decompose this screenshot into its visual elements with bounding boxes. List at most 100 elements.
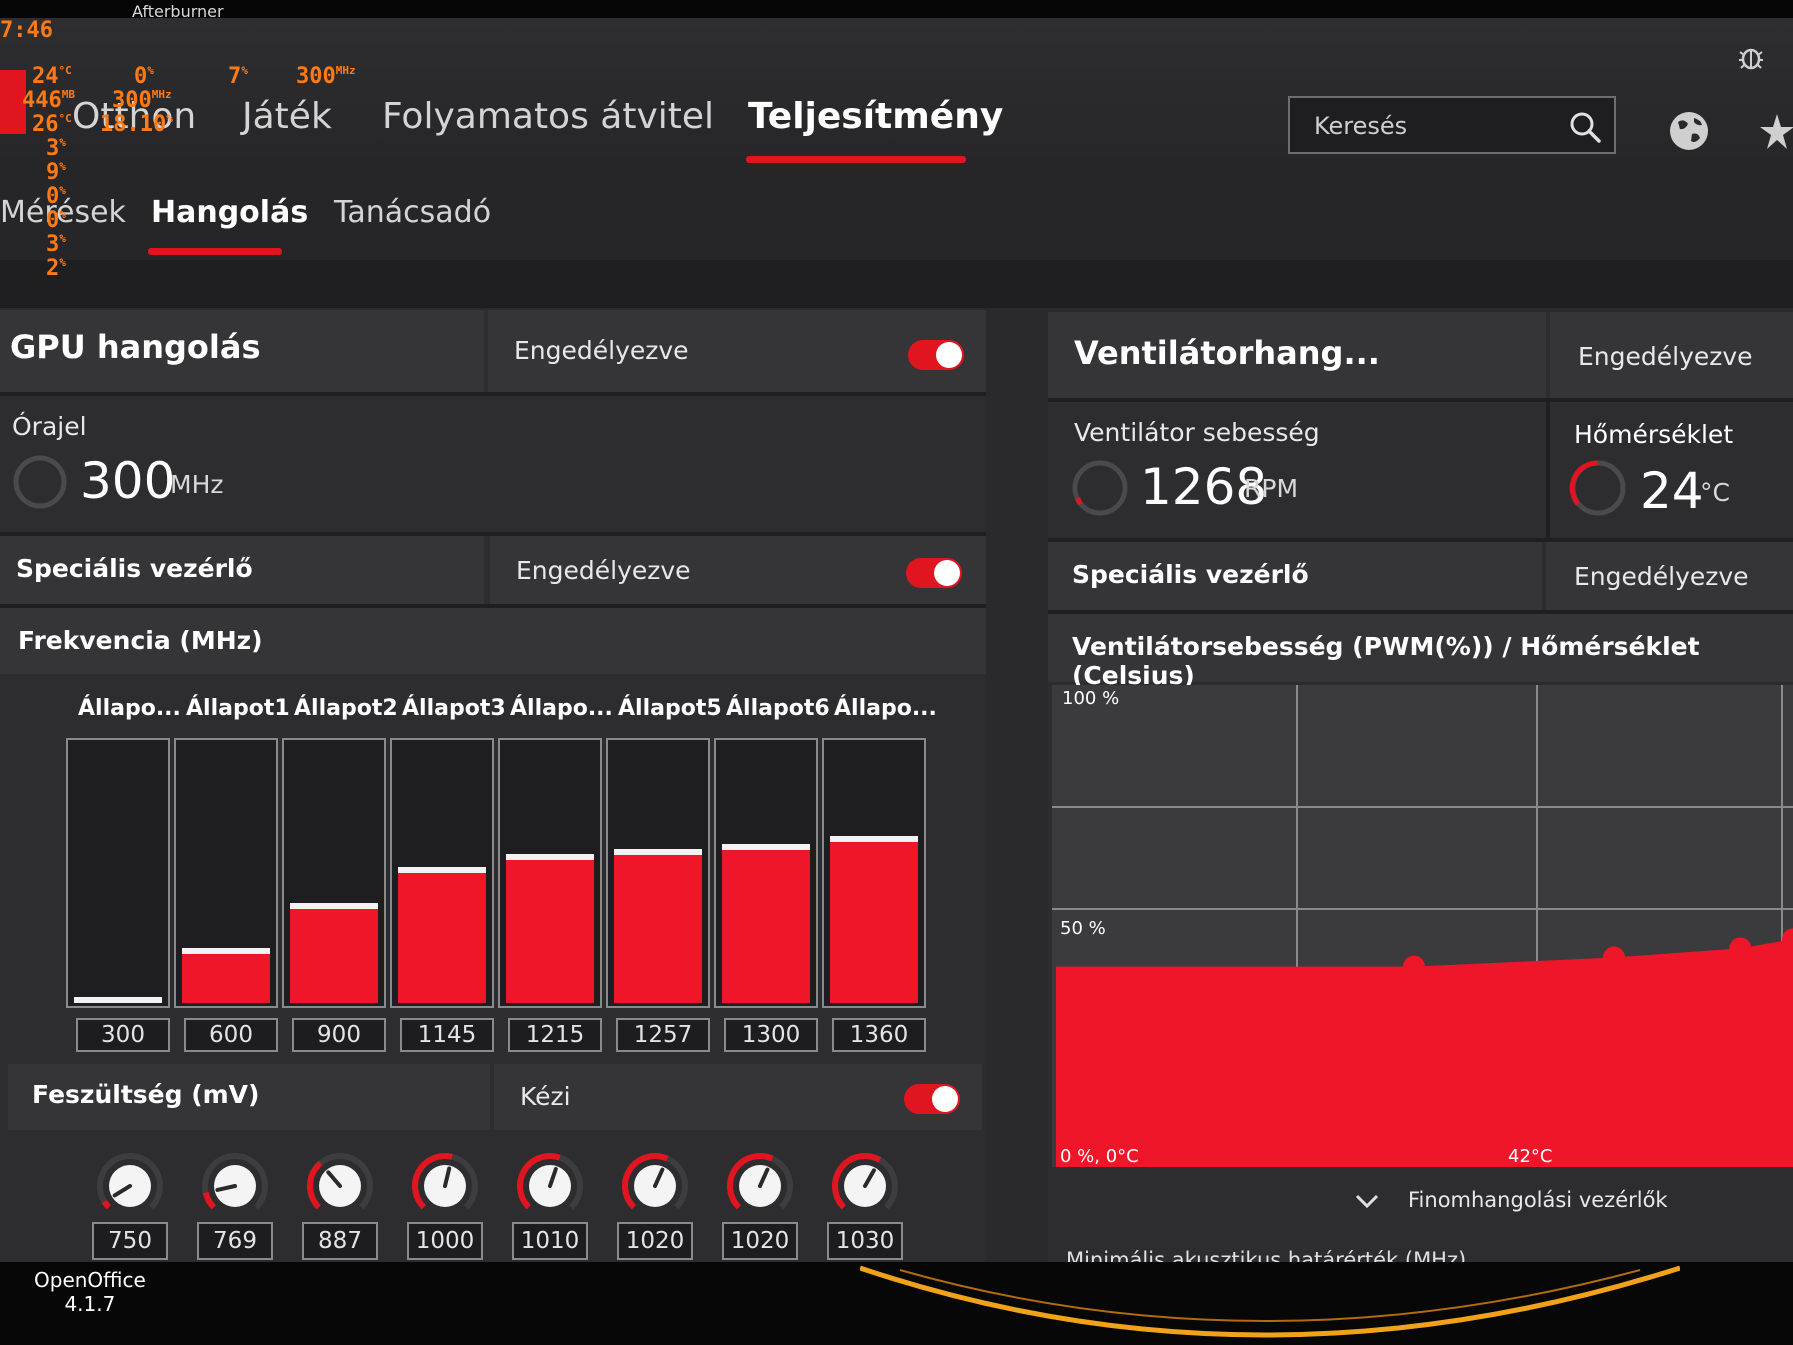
subnav-item-tuning[interactable]: Hangolás bbox=[151, 195, 308, 230]
voltage-mode-toggle[interactable] bbox=[904, 1084, 960, 1114]
osd-gpu-temp: 24°C bbox=[32, 64, 72, 89]
frequency-slider-handle[interactable] bbox=[290, 903, 378, 909]
frequency-slider-handle[interactable] bbox=[398, 867, 486, 873]
osd-clock: 7:46 bbox=[0, 18, 53, 43]
frequency-slider-handle[interactable] bbox=[74, 997, 162, 1003]
nav-item-performance[interactable]: Teljesítmény bbox=[748, 96, 1003, 137]
frequency-value-input[interactable]: 900 bbox=[292, 1018, 386, 1052]
osd-unit: °C bbox=[58, 112, 72, 125]
fan-curve-svg[interactable] bbox=[1052, 685, 1793, 1167]
osd-unit: % bbox=[59, 256, 66, 269]
osd-core-load: 3% bbox=[46, 136, 66, 161]
state-label: Állapot1 bbox=[186, 696, 290, 721]
osd-core-clock: 300MHz bbox=[296, 64, 356, 89]
osd-value: 0 bbox=[134, 64, 148, 89]
frequency-value-input[interactable]: 1215 bbox=[508, 1018, 602, 1052]
globe-icon[interactable] bbox=[1668, 110, 1710, 152]
voltage-mode: Kézi bbox=[520, 1082, 571, 1111]
osd-value: 300 bbox=[296, 64, 336, 89]
osd-core-load: 0% bbox=[46, 208, 66, 233]
clock-gauge-icon bbox=[13, 455, 67, 509]
osd-cpu-load: 18.10% bbox=[100, 112, 173, 137]
clock-value: 300 bbox=[80, 452, 176, 510]
osd-value: 24 bbox=[32, 64, 59, 89]
frequency-slider-handle[interactable] bbox=[182, 948, 270, 954]
frequency-slider[interactable] bbox=[390, 738, 494, 1008]
gpu-tuning-toggle[interactable] bbox=[908, 340, 964, 370]
chevron-down-icon[interactable] bbox=[1354, 1192, 1380, 1210]
frequency-slider[interactable] bbox=[174, 738, 278, 1008]
nav-item-streaming[interactable]: Folyamatos átvitel bbox=[382, 96, 714, 137]
fine-tune-controls-toggle[interactable]: Finomhangolási vezérlők bbox=[1408, 1188, 1668, 1212]
frequency-value-input[interactable]: 1360 bbox=[832, 1018, 926, 1052]
frequency-value-input[interactable]: 1257 bbox=[616, 1018, 710, 1052]
frequency-slider-handle[interactable] bbox=[506, 854, 594, 860]
osd-value: 7 bbox=[228, 64, 242, 89]
voltage-knob[interactable] bbox=[516, 1152, 584, 1220]
divider bbox=[1048, 398, 1793, 402]
osd-value: 446 bbox=[22, 88, 62, 113]
osd-value: 9 bbox=[46, 160, 60, 185]
fan-tuning-status: Engedélyezve bbox=[1578, 342, 1753, 371]
fan-speed-label: Ventilátor sebesség bbox=[1074, 418, 1320, 447]
frequency-slider[interactable] bbox=[66, 738, 170, 1008]
voltage-knob[interactable] bbox=[201, 1152, 269, 1220]
fan-curve-point[interactable] bbox=[1603, 946, 1626, 969]
voltage-value-input[interactable]: 887 bbox=[302, 1222, 378, 1260]
fan-curve-point[interactable] bbox=[1402, 955, 1425, 978]
frequency-slider[interactable] bbox=[498, 738, 602, 1008]
bug-report-icon[interactable] bbox=[1736, 42, 1766, 72]
voltage-value-input[interactable]: 750 bbox=[92, 1222, 168, 1260]
voltage-knob[interactable] bbox=[726, 1152, 794, 1220]
voltage-knob[interactable] bbox=[96, 1152, 164, 1220]
voltage-value-input[interactable]: 1020 bbox=[722, 1222, 798, 1260]
osd-unit: % bbox=[59, 184, 66, 197]
clock-unit: MHz bbox=[170, 470, 224, 499]
voltage-value-input[interactable]: 1010 bbox=[512, 1222, 588, 1260]
frequency-slider[interactable] bbox=[822, 738, 926, 1008]
search-icon[interactable] bbox=[1568, 110, 1602, 144]
voltage-knob[interactable] bbox=[621, 1152, 689, 1220]
frequency-slider-handle[interactable] bbox=[722, 844, 810, 850]
osd-unit: % bbox=[59, 232, 66, 245]
voltage-knob[interactable] bbox=[306, 1152, 374, 1220]
nav-item-gaming[interactable]: Játék bbox=[242, 96, 332, 137]
osd-core-load: 9% bbox=[46, 160, 66, 185]
voltage-value-input[interactable]: 1020 bbox=[617, 1222, 693, 1260]
voltage-label: Feszültség (mV) bbox=[32, 1080, 260, 1109]
fan-curve-chart[interactable] bbox=[1052, 685, 1793, 1167]
voltage-value-input[interactable]: 1000 bbox=[407, 1222, 483, 1260]
frequency-value-input[interactable]: 1300 bbox=[724, 1018, 818, 1052]
frequency-slider[interactable] bbox=[606, 738, 710, 1008]
osd-unit: % bbox=[241, 64, 248, 77]
voltage-value-input[interactable]: 1030 bbox=[827, 1222, 903, 1260]
osd-mem-used: 446MB bbox=[22, 88, 75, 113]
subnav-item-advisor[interactable]: Tanácsadó bbox=[334, 195, 491, 230]
voltage-knob[interactable] bbox=[411, 1152, 479, 1220]
osd-value: 18.10 bbox=[100, 112, 167, 137]
chart-origin-label: 0 %, 0°C bbox=[1060, 1146, 1139, 1167]
frequency-slider[interactable] bbox=[282, 738, 386, 1008]
voltage-knob[interactable] bbox=[831, 1152, 899, 1220]
frequency-slider[interactable] bbox=[714, 738, 818, 1008]
search-placeholder: Keresés bbox=[1314, 112, 1408, 140]
frequency-value-input[interactable]: 600 bbox=[184, 1018, 278, 1052]
frequency-slider-handle[interactable] bbox=[614, 849, 702, 855]
voltage-value-input[interactable]: 769 bbox=[197, 1222, 273, 1260]
osd-unit: MB bbox=[61, 88, 75, 101]
frequency-slider-fill bbox=[398, 873, 486, 1003]
taskbar-openoffice[interactable]: OpenOffice 4.1.7 bbox=[34, 1268, 146, 1316]
temperature-unit: °C bbox=[1700, 478, 1730, 507]
fan-speed-unit: RPM bbox=[1244, 474, 1299, 503]
frequency-value-input[interactable]: 300 bbox=[76, 1018, 170, 1052]
frequency-slider-handle[interactable] bbox=[830, 836, 918, 842]
fan-curve-area bbox=[1056, 939, 1793, 1167]
frequency-slider-fill bbox=[830, 842, 918, 1003]
fan-curve-point[interactable] bbox=[1729, 937, 1752, 960]
star-icon[interactable] bbox=[1760, 112, 1793, 152]
osd-value: 0 bbox=[46, 208, 60, 233]
advanced-control-toggle[interactable] bbox=[906, 558, 962, 588]
divider bbox=[1546, 398, 1550, 538]
frequency-value-input[interactable]: 1145 bbox=[400, 1018, 494, 1052]
osd-core-load: 0% bbox=[46, 184, 66, 209]
